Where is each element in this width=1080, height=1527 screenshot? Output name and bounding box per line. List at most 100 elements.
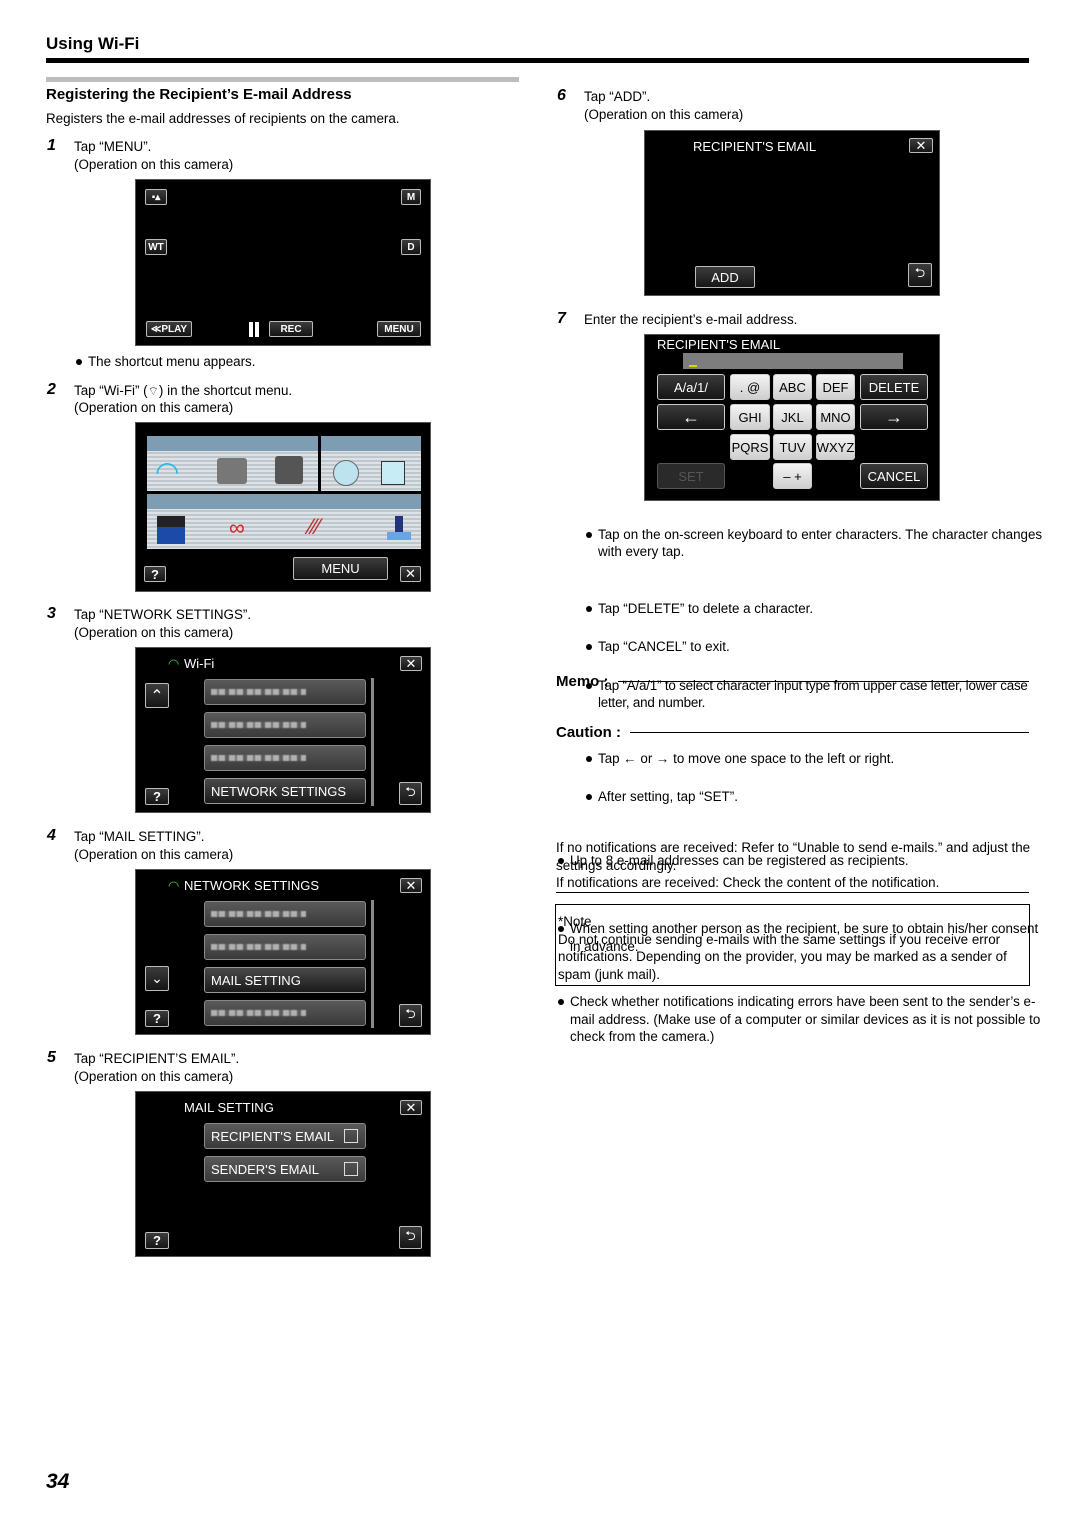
caution-rule (630, 732, 1029, 733)
step-subtext: (Operation on this camera) (584, 107, 744, 122)
cancel-button[interactable]: CANCEL (860, 463, 928, 489)
key-ghi[interactable]: GHI (730, 404, 770, 430)
play-button[interactable]: ≪PLAY (146, 321, 192, 337)
note-text: Do not continue sending e-mails with the… (558, 931, 1007, 982)
settings-shortcut-panel (321, 436, 421, 491)
effects-shortcut-panel: ∞ ⁄⁄⁄ (147, 494, 421, 549)
step-text: Tap “MAIL SETTING”. (74, 829, 205, 844)
checkbox[interactable] (344, 1162, 358, 1176)
camera-screen-shortcut-menu: ◠ ∞ ⁄⁄⁄ ? MENU ✕ (135, 422, 431, 592)
key-minus-plus[interactable]: – + (773, 463, 812, 489)
mail-setting-item[interactable]: MAIL SETTING (204, 967, 366, 993)
rec-toggle-icon[interactable] (333, 460, 359, 486)
stamp-icon[interactable] (387, 516, 411, 542)
menu-item[interactable] (204, 712, 366, 738)
scrollbar[interactable] (371, 900, 374, 1028)
key-mno[interactable]: MNO (816, 404, 855, 430)
key-tuv[interactable]: TUV (773, 434, 812, 460)
step-number: 3 (47, 605, 56, 622)
clapperboard-icon[interactable] (157, 516, 185, 544)
key-dot-at[interactable]: . @ (730, 374, 770, 400)
pencils-icon[interactable]: ⁄⁄⁄ (309, 514, 320, 540)
delete-key[interactable]: DELETE (860, 374, 928, 400)
cursor-right-key[interactable]: → (860, 404, 928, 430)
step-number: 2 (47, 381, 56, 398)
memo-title: Memo : (556, 673, 609, 690)
section-intro: Registers the e-mail addresses of recipi… (46, 111, 400, 126)
caution-item: Check whether notifications indicating e… (556, 993, 1043, 1046)
screen-title: RECIPIENT'S EMAIL (657, 337, 781, 352)
step-text: Tap “RECIPIENT’S EMAIL”. (74, 1051, 240, 1066)
help-button[interactable]: ? (144, 566, 166, 582)
help-button[interactable]: ? (145, 1232, 169, 1249)
key-pqrs[interactable]: PQRS (730, 434, 770, 460)
wifi-icon: ⌔ (147, 384, 159, 398)
help-button[interactable]: ? (145, 1010, 169, 1027)
step-number: 5 (47, 1049, 56, 1066)
text-cursor (689, 365, 697, 367)
step-text: Tap “ADD”. (584, 89, 651, 104)
memo-rule (618, 681, 1029, 682)
bullet-item: Tap “DELETE” to delete a character. (584, 600, 1043, 618)
menu-item[interactable] (204, 934, 366, 960)
key-abc[interactable]: ABC (773, 374, 812, 400)
menu-button[interactable]: MENU (293, 557, 388, 580)
close-button[interactable]: ✕ (400, 566, 421, 582)
key-jkl[interactable]: JKL (773, 404, 812, 430)
rec-button[interactable]: REC (269, 321, 313, 337)
scroll-down-button[interactable]: ⌄ (145, 966, 169, 991)
step-text: Tap “MENU”. (74, 139, 152, 154)
scroll-up-button[interactable]: ⌃ (145, 683, 169, 708)
menu-button[interactable]: MENU (377, 321, 421, 337)
caution-title: Caution : (556, 724, 621, 741)
section-rule (46, 77, 519, 82)
camera-screen-record: ▪▴ M WT D ≪PLAY REC MENU (135, 179, 431, 346)
menu-item[interactable] (204, 745, 366, 771)
key-wxyz[interactable]: WXYZ (816, 434, 855, 460)
senders-email-item[interactable]: SENDER'S EMAIL (204, 1156, 366, 1182)
camera-phone-icon[interactable] (275, 456, 303, 484)
screen-title: Wi-Fi (184, 656, 215, 671)
m-button[interactable]: M (401, 189, 421, 205)
menu-item[interactable] (204, 1000, 366, 1026)
bullet-item: After setting, tap “SET”. (584, 788, 1043, 806)
movie-mode-icon[interactable]: ▪▴ (145, 189, 167, 205)
cursor-left-key[interactable]: ← (657, 404, 725, 430)
wifi-icon[interactable]: ◠ (155, 458, 179, 486)
close-button[interactable]: ✕ (400, 1100, 422, 1115)
chapter-title: Using Wi-Fi (46, 34, 140, 53)
glasses-icon[interactable]: ∞ (229, 516, 245, 540)
close-button[interactable]: ✕ (400, 656, 422, 671)
help-button[interactable]: ? (145, 788, 169, 805)
scrollbar[interactable] (371, 678, 374, 806)
email-input[interactable] (683, 353, 903, 369)
key-def[interactable]: DEF (816, 374, 855, 400)
back-button[interactable]: ⮌ (399, 782, 422, 805)
set-button[interactable]: SET (657, 463, 725, 489)
menu-item[interactable] (204, 901, 366, 927)
add-button[interactable]: ADD (695, 266, 755, 288)
wifi-shortcut-panel: ◠ (147, 436, 318, 491)
d-button[interactable]: D (401, 239, 421, 255)
close-button[interactable]: ✕ (909, 138, 933, 153)
screen-title: RECIPIENT'S EMAIL (693, 139, 817, 154)
camera-mail-icon[interactable] (217, 458, 247, 484)
back-button[interactable]: ⮌ (399, 1004, 422, 1027)
display-toggle-icon[interactable] (381, 461, 405, 485)
recipients-email-item[interactable]: RECIPIENT'S EMAIL (204, 1123, 366, 1149)
back-button[interactable]: ⮌ (908, 263, 932, 287)
step-text: Tap “NETWORK SETTINGS”. (74, 607, 252, 622)
wt-button[interactable]: WT (145, 239, 167, 255)
camera-screen-network-settings: ◠ NETWORK SETTINGS ✕ MAIL SETTING ⌄ ? ⮌ (135, 869, 431, 1035)
back-button[interactable]: ⮌ (399, 1226, 422, 1249)
step-number: 7 (557, 310, 566, 327)
close-button[interactable]: ✕ (400, 878, 422, 893)
section-title: Registering the Recipient’s E-mail Addre… (46, 86, 352, 103)
note-title: *Note (558, 914, 592, 929)
checkbox[interactable] (344, 1129, 358, 1143)
input-mode-key[interactable]: A/a/1/ (657, 374, 725, 400)
step-subtext: (Operation on this camera) (74, 847, 234, 862)
network-settings-item[interactable]: NETWORK SETTINGS (204, 778, 366, 804)
step-subtext: (Operation on this camera) (74, 400, 234, 415)
menu-item[interactable] (204, 679, 366, 705)
